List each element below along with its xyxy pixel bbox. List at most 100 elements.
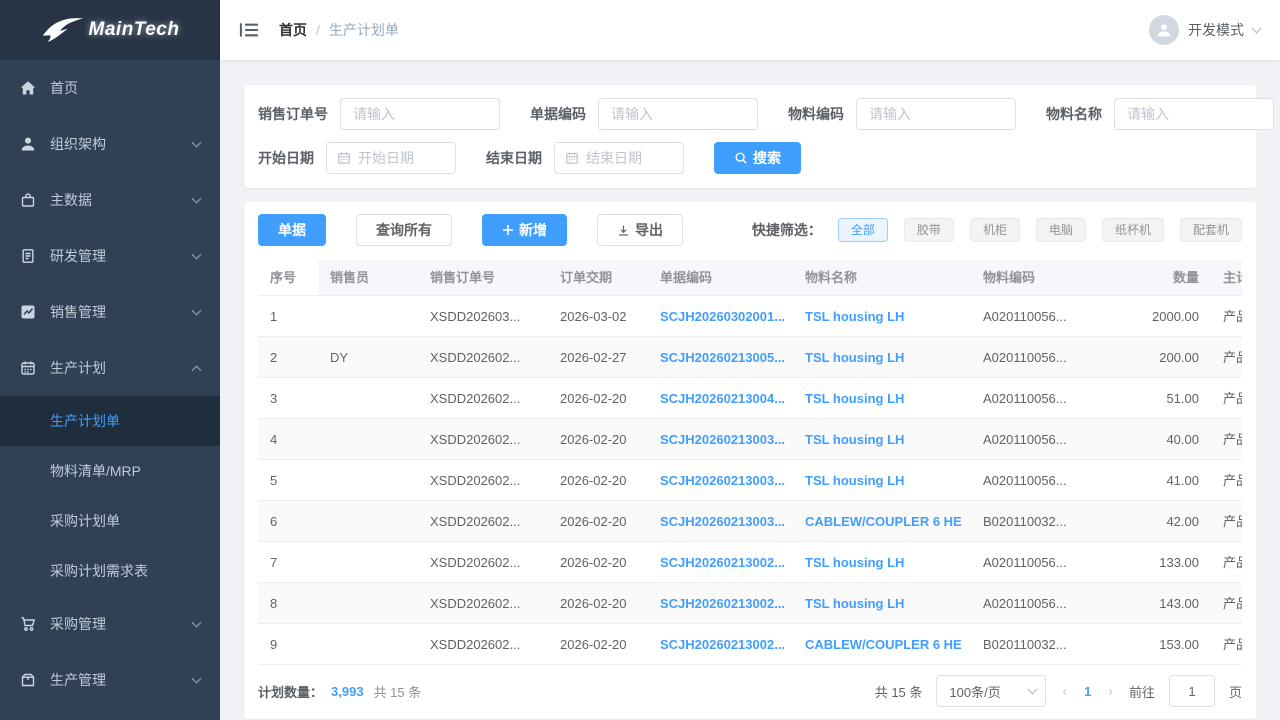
cell-sales-order-no: XSDD202602...	[418, 624, 548, 665]
next-page-button[interactable]: ›	[1106, 683, 1115, 699]
breadcrumb-current: 生产计划单	[329, 20, 399, 40]
sidebar-item-purchasing[interactable]: 采购管理	[0, 596, 220, 652]
column-header: 单据编码	[648, 260, 793, 296]
cell-doc-code-link[interactable]: SCJH20260213003...	[648, 501, 793, 542]
plan-table: 序号 销售员 销售订单号 订单交期 单据编码 物料名称 物料编码 数量 主计量单…	[258, 260, 1242, 665]
table-row: 7 XSDD202602... 2026-02-20 SCJH202602130…	[258, 542, 1242, 583]
cell-doc-code-link[interactable]: SCJH20260213004...	[648, 378, 793, 419]
material-name-input[interactable]	[1114, 98, 1274, 130]
sidebar-item-production-plan[interactable]: 生产计划	[0, 340, 220, 396]
cell-delivery-date: 2026-02-20	[548, 419, 648, 460]
query-all-button[interactable]: 查询所有	[356, 214, 452, 246]
page-size-value: 100条/页	[949, 682, 1000, 701]
goto-page-input[interactable]	[1169, 675, 1215, 707]
cell-sales-order-no: XSDD202602...	[418, 378, 548, 419]
cell-material-name-link[interactable]: TSL housing LH	[793, 583, 971, 624]
sales-order-no-input[interactable]	[340, 98, 500, 130]
sidebar-item-home[interactable]: 首页	[0, 60, 220, 116]
brand-swoosh-icon	[41, 15, 85, 45]
chevron-down-icon	[192, 618, 202, 628]
document-icon	[20, 248, 36, 264]
filter-row-1: 销售订单号 单据编码 物料编码 物料名称	[258, 98, 1242, 130]
brand-name: MainTech	[89, 19, 180, 41]
table-row: 6 XSDD202602... 2026-02-20 SCJH202602130…	[258, 501, 1242, 542]
quick-filter-set-machine[interactable]: 配套机	[1180, 218, 1242, 242]
sidebar-subitem-production-plan-order[interactable]: 生产计划单	[0, 396, 220, 446]
cell-unit: 产品	[1211, 337, 1242, 378]
quick-filter-group: 快捷筛选： 全部 胶带 机柜 电脑 纸杯机 配套机	[752, 218, 1242, 242]
field-label: 物料名称	[1046, 104, 1102, 124]
sidebar-subitem-bom-mrp[interactable]: 物料清单/MRP	[0, 446, 220, 496]
sidebar-item-manufacturing[interactable]: 生产管理	[0, 652, 220, 708]
box-icon	[20, 672, 36, 688]
user-menu[interactable]: 开发模式	[1149, 15, 1260, 45]
end-date-input[interactable]: 结束日期	[554, 142, 684, 174]
cell-doc-code-link[interactable]: SCJH20260213003...	[648, 419, 793, 460]
sidebar-subitem-purchase-demand[interactable]: 采购计划需求表	[0, 546, 220, 596]
cell-delivery-date: 2026-03-02	[548, 296, 648, 337]
page-size-select[interactable]: 100条/页	[936, 675, 1046, 707]
cell-material-name-link[interactable]: TSL housing LH	[793, 419, 971, 460]
quick-filter-paper-cup-machine[interactable]: 纸杯机	[1102, 218, 1164, 242]
cell-sales-order-no: XSDD202602...	[418, 583, 548, 624]
start-date-input[interactable]: 开始日期	[326, 142, 456, 174]
field-sales-order-no: 销售订单号	[258, 98, 500, 130]
quick-filter-all[interactable]: 全部	[838, 218, 888, 242]
column-header: 物料编码	[971, 260, 1091, 296]
cell-salesperson	[318, 296, 418, 337]
chevron-down-icon	[1252, 24, 1262, 34]
sidebar-item-rnd[interactable]: 研发管理	[0, 228, 220, 284]
cell-material-name-link[interactable]: TSL housing LH	[793, 296, 971, 337]
material-code-input[interactable]	[856, 98, 1016, 130]
sidebar-item-label: 生产计划	[50, 358, 106, 378]
search-button[interactable]: 搜索	[714, 142, 801, 174]
plus-icon	[502, 224, 514, 236]
cell-delivery-date: 2026-02-20	[548, 583, 648, 624]
doc-code-input[interactable]	[598, 98, 758, 130]
sidebar-subitem-label: 生产计划单	[50, 411, 120, 431]
sidebar-item-sales[interactable]: 销售管理	[0, 284, 220, 340]
prev-page-button[interactable]: ‹	[1060, 683, 1069, 699]
cell-material-name-link[interactable]: TSL housing LH	[793, 378, 971, 419]
cell-material-code: A020110056...	[971, 419, 1091, 460]
cell-index: 8	[258, 583, 318, 624]
sidebar-item-label: 销售管理	[50, 302, 106, 322]
cell-quantity: 133.00	[1091, 542, 1211, 583]
cell-index: 2	[258, 337, 318, 378]
add-button[interactable]: 新增	[482, 214, 567, 246]
quick-filter-computer[interactable]: 电脑	[1036, 218, 1086, 242]
person-icon	[1155, 21, 1173, 39]
cell-material-name-link[interactable]: TSL housing LH	[793, 542, 971, 583]
doc-button[interactable]: 单据	[258, 214, 326, 246]
sidebar-item-master-data[interactable]: 主数据	[0, 172, 220, 228]
sidebar-collapse-button[interactable]	[235, 17, 263, 43]
cell-material-name-link[interactable]: CABLEW/COUPLER 6 HE	[793, 501, 971, 542]
cell-doc-code-link[interactable]: SCJH20260302001...	[648, 296, 793, 337]
main-area: 首页 / 生产计划单 开发模式 销售订单号 单据编码	[220, 0, 1280, 720]
total-count-left: 共 15 条	[374, 682, 422, 701]
home-icon	[20, 80, 36, 96]
cell-doc-code-link[interactable]: SCJH20260213002...	[648, 583, 793, 624]
user-icon	[20, 136, 36, 152]
cell-material-name-link[interactable]: TSL housing LH	[793, 460, 971, 501]
cell-salesperson	[318, 419, 418, 460]
cell-doc-code-link[interactable]: SCJH20260213002...	[648, 624, 793, 665]
cell-doc-code-link[interactable]: SCJH20260213002...	[648, 542, 793, 583]
sidebar-subitem-purchase-plan[interactable]: 采购计划单	[0, 496, 220, 546]
pagination: 共 15 条 100条/页 ‹ 1 › 前往 页	[875, 675, 1242, 707]
sidebar: MainTech 首页 组织架构 主数据 研发管理 销售管理 生产	[0, 0, 220, 720]
hamburger-icon	[239, 21, 259, 39]
cell-material-name-link[interactable]: TSL housing LH	[793, 337, 971, 378]
quick-filter-cabinet[interactable]: 机柜	[970, 218, 1020, 242]
cell-doc-code-link[interactable]: SCJH20260213005...	[648, 337, 793, 378]
quick-filter-tape[interactable]: 胶带	[904, 218, 954, 242]
breadcrumb-home[interactable]: 首页	[279, 20, 307, 40]
column-header: 物料名称	[793, 260, 971, 296]
sidebar-item-label: 组织架构	[50, 134, 106, 154]
export-button[interactable]: 导出	[597, 214, 683, 246]
cell-unit: 产品	[1211, 460, 1242, 501]
cell-doc-code-link[interactable]: SCJH20260213003...	[648, 460, 793, 501]
cell-material-name-link[interactable]: CABLEW/COUPLER 6 HE	[793, 624, 971, 665]
cell-unit: 产品	[1211, 542, 1242, 583]
sidebar-item-org[interactable]: 组织架构	[0, 116, 220, 172]
